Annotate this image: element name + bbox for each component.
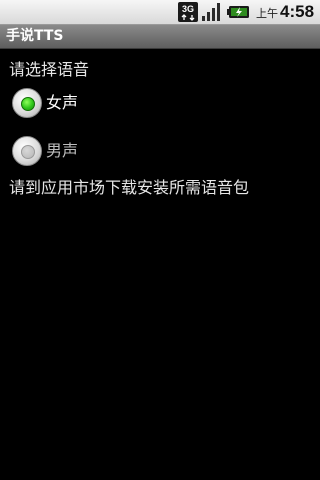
radio-option-female-voice[interactable]: 女声 — [10, 86, 310, 120]
battery-charging-icon — [227, 6, 249, 18]
svg-text:3G: 3G — [182, 4, 194, 14]
voice-select-prompt: 请选择语音 — [9, 60, 90, 79]
app-title: 手说TTS — [6, 28, 64, 44]
network-3g-icon: 3G — [178, 2, 198, 22]
radio-option-male-voice[interactable]: 男声 — [10, 134, 310, 168]
radio-label-male: 男声 — [46, 141, 79, 160]
radio-button-icon[interactable] — [12, 136, 42, 166]
status-time: 4:58 — [280, 2, 315, 21]
radio-label-female: 女声 — [46, 93, 79, 112]
download-voice-pack-hint: 请到应用市场下载安装所需语音包 — [9, 178, 250, 197]
title-bar: 手说TTS — [0, 25, 320, 49]
radio-unselected-dot-icon — [21, 145, 35, 159]
radio-button-icon[interactable] — [12, 88, 42, 118]
radio-selected-dot-icon — [21, 97, 35, 111]
status-bar: 3G 上午 4:58 — [0, 0, 320, 25]
signal-strength-icon — [202, 3, 220, 21]
status-ampm: 上午 — [256, 7, 278, 20]
